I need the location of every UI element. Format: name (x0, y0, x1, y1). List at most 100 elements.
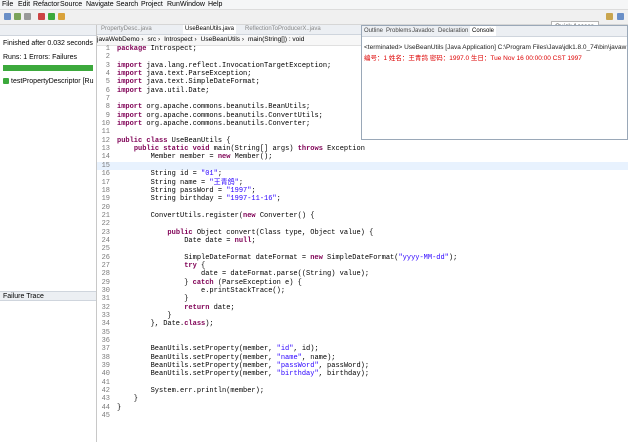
code-line[interactable]: 45 (97, 412, 628, 420)
line-number: 27 (101, 261, 110, 270)
console-terminated-line: <terminated> UseBeanUtils [Java Applicat… (364, 44, 627, 51)
line-number: 26 (101, 253, 110, 262)
code-line[interactable]: 40 BeanUtils.setProperty(member, "birthd… (97, 370, 628, 378)
line-number: 14 (101, 153, 110, 162)
menu-search[interactable]: Search (116, 0, 138, 9)
menu-navigate[interactable]: Navigate (86, 0, 114, 9)
new-icon[interactable] (4, 13, 11, 20)
line-number: 23 (101, 228, 110, 237)
line-number: 45 (101, 412, 110, 421)
menu-edit[interactable]: Edit (18, 0, 30, 9)
menu-refactor[interactable]: Refactor (33, 0, 59, 9)
code-text: package Introspect; (117, 45, 197, 53)
test-item-label: testPropertyDescriptor [Ru (11, 78, 94, 85)
code-line[interactable]: 21 ConvertUtils.register(new Converter()… (97, 212, 628, 220)
editor-tab[interactable]: PropertyDesc..java (101, 25, 152, 34)
code-text: String birthday = "1997-11-16"; (117, 195, 281, 204)
code-line[interactable]: 20 (97, 204, 628, 212)
code-line[interactable]: 39 BeanUtils.setProperty(member, "passWo… (97, 362, 628, 370)
line-number: 25 (101, 245, 110, 254)
line-number: 17 (101, 178, 110, 187)
code-line[interactable]: 16 String id = "01"; (97, 170, 628, 178)
save-icon[interactable] (14, 13, 21, 20)
menu-help[interactable]: Help (208, 0, 222, 9)
line-number: 16 (101, 170, 110, 179)
code-line[interactable]: 31 } (97, 295, 628, 303)
test-passed-icon (3, 78, 9, 84)
line-number: 13 (101, 145, 110, 154)
menu-source[interactable]: Source (60, 0, 82, 9)
junit-test-item[interactable]: testPropertyDescriptor [Ru (3, 78, 93, 85)
editor-tabs: PropertyDesc..java UseBeanUtils.java Refle… (97, 25, 363, 35)
console-tab-console[interactable]: Console (470, 26, 497, 36)
code-text: e.printStackTrace(); (117, 286, 286, 295)
editor-tab[interactable]: ReflectionToProducerX..java (245, 25, 321, 34)
line-number: 21 (101, 211, 110, 220)
code-line[interactable]: 43 } (97, 395, 628, 403)
code-line[interactable]: 29 } catch (ParseException e) { (97, 279, 628, 287)
console-tab-problems[interactable]: Problems (386, 26, 411, 36)
failure-trace-header: Failure Trace (0, 291, 96, 301)
console-tab-javadoc[interactable]: Javadoc (412, 26, 434, 36)
junit-counters: Runs: 1 Errors: Failures (3, 54, 77, 61)
line-number: 38 (101, 353, 110, 362)
runs-label: Runs: (3, 54, 22, 61)
line-number: 20 (101, 203, 110, 212)
code-line[interactable]: 25 (97, 245, 628, 253)
code-text: BeanUtils.setProperty(member, "birthday"… (117, 370, 370, 379)
line-number: 32 (101, 303, 110, 312)
code-line[interactable]: 22 (97, 220, 628, 228)
code-line[interactable]: 32 return date; (97, 304, 628, 312)
code-line[interactable]: 18 String passWord = "1997"; (97, 187, 628, 195)
menu-file[interactable]: File (2, 0, 13, 9)
print-icon[interactable] (24, 13, 31, 20)
code-line[interactable]: 26 SimpleDateFormat dateFormat = new Sim… (97, 254, 628, 262)
console-tab-outline[interactable]: Outline (364, 26, 383, 36)
code-line[interactable]: 14 Member member = new Member(); (97, 153, 628, 161)
code-line[interactable]: 35 (97, 329, 628, 337)
code-text: ConvertUtils.register(new Converter() { (117, 211, 315, 220)
code-text: Member member = new Member(); (117, 153, 273, 162)
code-line[interactable]: 17 String name = "王青鸽"; (97, 179, 628, 187)
breadcrumb-item[interactable]: src › (147, 36, 160, 43)
line-number: 24 (101, 236, 110, 245)
code-text: public static void main(String[] args) t… (133, 145, 365, 154)
menu-window[interactable]: Window (180, 0, 205, 9)
code-line[interactable]: 13 public static void main(String[] args… (97, 145, 628, 153)
code-line[interactable]: 24 Date date = null; (97, 237, 628, 245)
code-line[interactable]: 38 BeanUtils.setProperty(member, "name",… (97, 354, 628, 362)
java-perspective-icon[interactable] (617, 13, 624, 20)
code-line[interactable]: 34 }, Date.class); (97, 320, 628, 328)
code-line[interactable]: 23 public Object convert(Class type, Obj… (97, 229, 628, 237)
debug-icon[interactable] (38, 13, 45, 20)
code-line[interactable]: 28 date = dateFormat.parse((String) valu… (97, 270, 628, 278)
breadcrumb-item[interactable]: UseBeanUtils › (201, 36, 244, 43)
runs-value: 1 (23, 54, 28, 61)
code-text: BeanUtils.setProperty(member, "name", na… (117, 353, 336, 362)
line-number: 7 (105, 95, 110, 104)
code-line[interactable]: 30 e.printStackTrace(); (97, 287, 628, 295)
line-number: 22 (101, 220, 110, 229)
external-tools-icon[interactable] (58, 13, 65, 20)
code-line[interactable]: 37 BeanUtils.setProperty(member, "id", i… (97, 345, 628, 353)
code-line[interactable]: 27 try { (97, 262, 628, 270)
code-line[interactable]: 15 (97, 161, 628, 171)
breadcrumb-item[interactable]: main(String[]) : void (248, 36, 304, 43)
java-ee-perspective-icon[interactable] (606, 13, 613, 20)
code-line[interactable]: 41 (97, 379, 628, 387)
console-tab-declaration[interactable]: Declaration (438, 26, 468, 36)
breadcrumb-item[interactable]: Introspect › (164, 36, 197, 43)
code-text: BeanUtils.setProperty(member, "passWord"… (117, 362, 370, 371)
menu-project[interactable]: Project (141, 0, 163, 9)
code-text: }, Date.class); (117, 320, 214, 329)
breadcrumb-item[interactable]: javaWebDemo › (97, 36, 143, 43)
code-line[interactable]: 44} (97, 404, 628, 412)
menu-run[interactable]: Run (167, 0, 180, 9)
code-line[interactable]: 42 System.err.println(member); (97, 387, 628, 395)
run-icon[interactable] (48, 13, 55, 20)
editor-tab[interactable]: UseBeanUtils.java (183, 25, 237, 34)
code-line[interactable]: 19 String birthday = "1997-11-16"; (97, 195, 628, 203)
code-line[interactable]: 33 } (97, 312, 628, 320)
code-line[interactable]: 36 (97, 337, 628, 345)
code-text: } (117, 395, 139, 404)
